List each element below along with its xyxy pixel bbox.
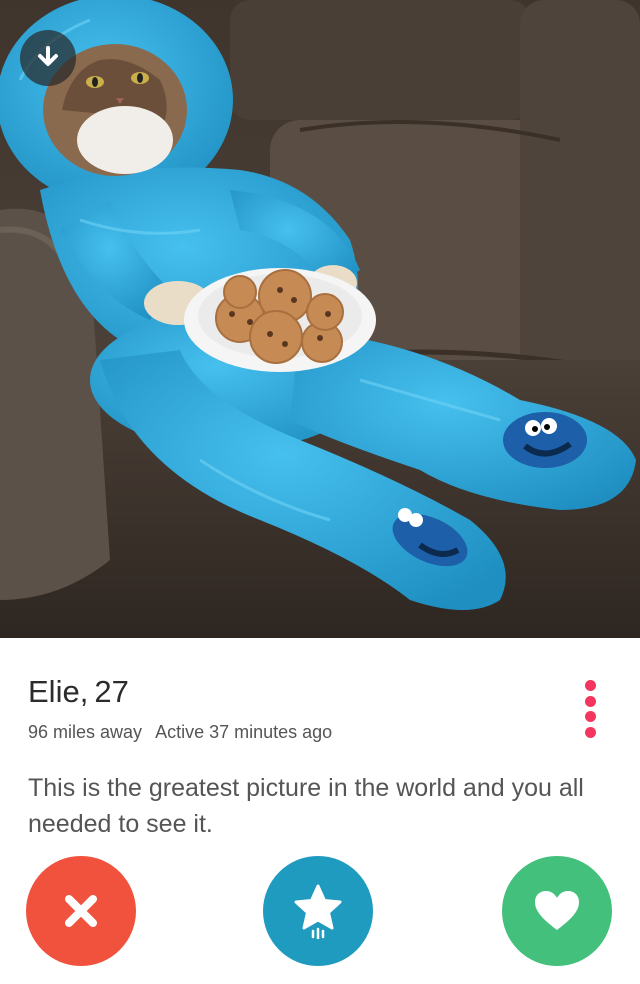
heart-icon [535, 891, 579, 930]
active-status-text: Active 37 minutes ago [155, 722, 333, 742]
x-icon [65, 895, 97, 927]
nope-button[interactable] [26, 856, 136, 966]
profile-info: Elie, 27 96 miles away Active 37 minutes … [0, 638, 640, 984]
profile-photo[interactable] [0, 0, 640, 638]
more-dots-icon [584, 711, 596, 723]
star-icon [294, 884, 342, 939]
download-button[interactable] [20, 30, 76, 86]
download-arrow-icon [38, 46, 58, 66]
cat-in-costume-photo [0, 0, 640, 638]
more-dots-icon [584, 726, 596, 738]
more-options-button[interactable] [578, 680, 602, 738]
name-separator: , [79, 674, 89, 709]
super-like-button[interactable] [263, 856, 373, 966]
profile-age: 27 [94, 674, 129, 709]
more-dots-icon [584, 680, 596, 691]
distance-text: 96 miles away [28, 722, 143, 742]
profile-meta: 96 miles away Active 37 minutes ago [28, 722, 332, 743]
more-dots-icon [584, 695, 596, 707]
profile-name: Elie [28, 674, 80, 709]
like-button[interactable] [502, 856, 612, 966]
profile-bio: This is the greatest picture in the worl… [28, 774, 584, 838]
name-age: Elie, 27 [28, 674, 129, 710]
